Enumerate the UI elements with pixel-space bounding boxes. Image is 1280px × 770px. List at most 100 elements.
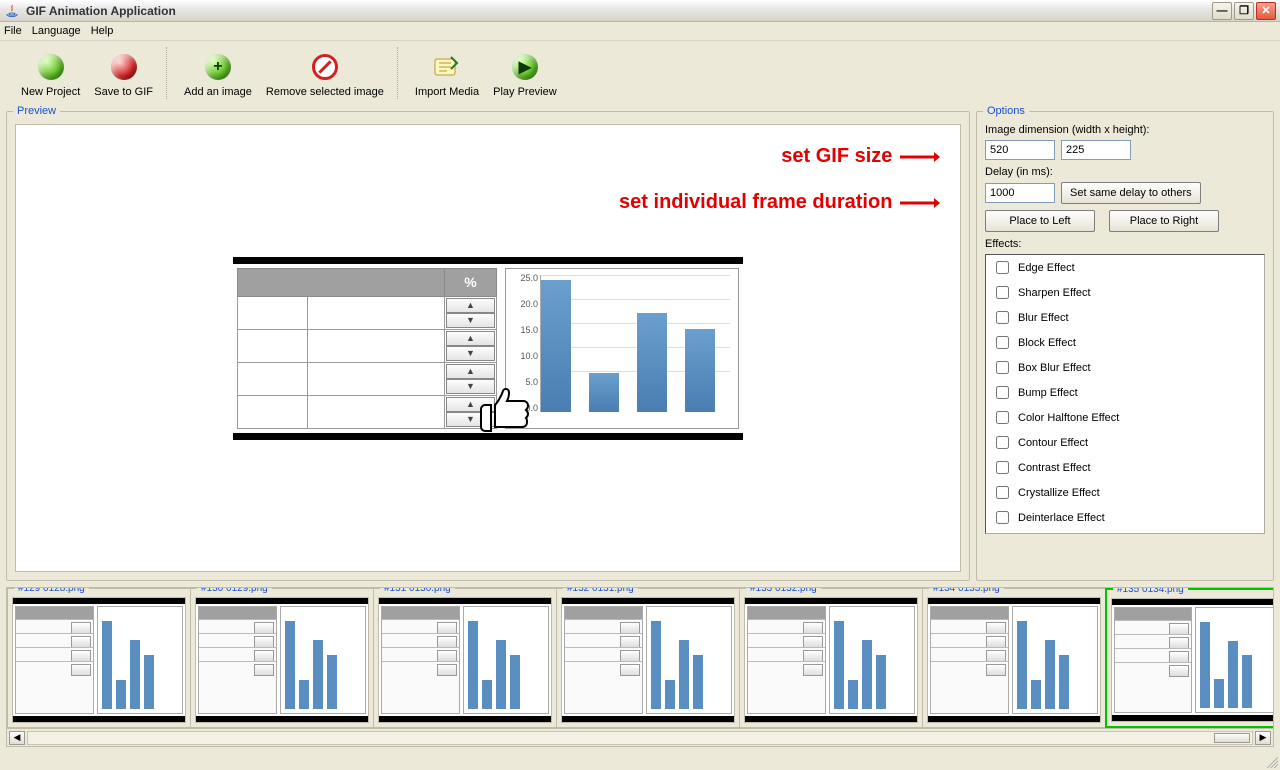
height-input[interactable] <box>1061 140 1131 160</box>
spinner-up[interactable] <box>446 331 495 346</box>
effect-checkbox[interactable] <box>996 361 1009 374</box>
timeline-frame[interactable]: #130 0129.png <box>190 588 374 728</box>
effect-item[interactable]: Block Effect <box>986 330 1264 355</box>
effect-checkbox[interactable] <box>996 411 1009 424</box>
place-right-button[interactable]: Place to Right <box>1109 210 1219 232</box>
effect-item[interactable]: Grayscale Effect <box>986 530 1264 534</box>
timeline-frame[interactable]: #132 0131.png <box>556 588 740 728</box>
maximize-button[interactable]: ❐ <box>1234 2 1254 20</box>
set-same-delay-button[interactable]: Set same delay to others <box>1061 182 1201 204</box>
timeline-frame[interactable]: #135 0134.png <box>1105 588 1273 728</box>
effect-item[interactable]: Blur Effect <box>986 305 1264 330</box>
spinner-down[interactable] <box>446 346 495 361</box>
new-project-button[interactable]: New Project <box>14 47 87 99</box>
preview-blackbar-top <box>233 257 743 264</box>
frames-strip[interactable]: #129 0128.png #130 0129.png #131 0130.png #… <box>7 588 1273 728</box>
scroll-thumb[interactable] <box>1214 733 1250 743</box>
effect-item[interactable]: Box Blur Effect <box>986 355 1264 380</box>
preview-table: % <box>237 268 497 429</box>
scroll-track[interactable] <box>27 731 1253 745</box>
frame-thumbnail <box>744 597 918 723</box>
menu-file[interactable]: File <box>4 25 22 37</box>
save-gif-button[interactable]: Save to GIF <box>87 47 160 99</box>
spinner-down[interactable] <box>446 313 495 328</box>
save-gif-icon <box>111 54 137 80</box>
effect-item[interactable]: Sharpen Effect <box>986 280 1264 305</box>
effect-item[interactable]: Deinterlace Effect <box>986 505 1264 530</box>
import-media-icon <box>433 55 461 79</box>
remove-image-button[interactable]: Remove selected image <box>259 47 391 99</box>
scroll-left-button[interactable]: ◀ <box>9 731 25 745</box>
effect-label: Deinterlace Effect <box>1018 512 1105 524</box>
effect-item[interactable]: Crystallize Effect <box>986 480 1264 505</box>
chart-bar <box>637 313 667 412</box>
width-input[interactable] <box>985 140 1055 160</box>
play-preview-button[interactable]: ▶ Play Preview <box>486 47 564 99</box>
effect-item[interactable]: Color Halftone Effect <box>986 405 1264 430</box>
remove-image-label: Remove selected image <box>266 86 384 98</box>
minimize-button[interactable]: — <box>1212 2 1232 20</box>
import-media-button[interactable]: Import Media <box>408 47 486 99</box>
effect-checkbox[interactable] <box>996 261 1009 274</box>
timeline-scrollbar[interactable]: ◀ ▶ <box>7 728 1273 746</box>
play-preview-icon: ▶ <box>512 54 538 80</box>
effect-label: Crystallize Effect <box>1018 487 1100 499</box>
effect-label: Bump Effect <box>1018 387 1078 399</box>
new-project-icon <box>38 54 64 80</box>
effect-checkbox[interactable] <box>996 511 1009 524</box>
add-image-button[interactable]: + Add an image <box>177 47 259 99</box>
menu-help[interactable]: Help <box>91 25 114 37</box>
effect-checkbox[interactable] <box>996 461 1009 474</box>
timeline-frame[interactable]: #133 0132.png <box>739 588 923 728</box>
frame-thumbnail <box>561 597 735 723</box>
dimension-label: Image dimension (width x height): <box>985 124 1265 136</box>
effect-label: Color Halftone Effect <box>1018 412 1119 424</box>
effect-label: Box Blur Effect <box>1018 362 1091 374</box>
effects-list[interactable]: Edge Effect Sharpen Effect Blur Effect Bloc… <box>985 254 1265 534</box>
annotation-gif-size: set GIF size <box>781 145 940 168</box>
new-project-label: New Project <box>21 86 80 98</box>
annotation-frame-duration: set individual frame duration <box>619 191 940 214</box>
timeline-frame[interactable]: #134 0133.png <box>922 588 1106 728</box>
import-media-label: Import Media <box>415 86 479 98</box>
timeline-frame[interactable]: #129 0128.png <box>7 588 191 728</box>
add-image-label: Add an image <box>184 86 252 98</box>
play-preview-label: Play Preview <box>493 86 557 98</box>
effect-checkbox[interactable] <box>996 436 1009 449</box>
menubar: File Language Help <box>0 22 1280 41</box>
effect-item[interactable]: Contrast Effect <box>986 455 1264 480</box>
effect-item[interactable]: Bump Effect <box>986 380 1264 405</box>
menu-language[interactable]: Language <box>32 25 81 37</box>
effect-label: Sharpen Effect <box>1018 287 1091 299</box>
effect-label: Contour Effect <box>1018 437 1088 449</box>
frame-label: #132 0131.png <box>563 588 638 594</box>
frame-label: #131 0130.png <box>380 588 455 594</box>
effect-checkbox[interactable] <box>996 336 1009 349</box>
effect-item[interactable]: Edge Effect <box>986 255 1264 280</box>
close-button[interactable]: ✕ <box>1256 2 1276 20</box>
effect-checkbox[interactable] <box>996 486 1009 499</box>
effect-checkbox[interactable] <box>996 286 1009 299</box>
window-title: GIF Animation Application <box>26 4 176 18</box>
place-left-button[interactable]: Place to Left <box>985 210 1095 232</box>
spinner-up[interactable] <box>446 298 495 313</box>
options-panel: Options Image dimension (width x height)… <box>976 111 1274 581</box>
frame-label: #130 0129.png <box>197 588 272 594</box>
delay-input[interactable] <box>985 183 1055 203</box>
preview-table-header: % <box>445 268 497 296</box>
effect-label: Edge Effect <box>1018 262 1075 274</box>
preview-canvas: % 25.0 20.0 15.0 10.0 <box>15 124 961 572</box>
preview-panel-title: Preview <box>13 105 60 117</box>
effect-checkbox[interactable] <box>996 386 1009 399</box>
effect-checkbox[interactable] <box>996 311 1009 324</box>
chart-bar <box>589 373 619 411</box>
effect-label: Blur Effect <box>1018 312 1069 324</box>
scroll-right-button[interactable]: ▶ <box>1255 731 1271 745</box>
delay-label: Delay (in ms): <box>985 166 1265 178</box>
toolbar: New Project Save to GIF + Add an image R… <box>0 41 1280 105</box>
effect-item[interactable]: Contour Effect <box>986 430 1264 455</box>
timeline-frame[interactable]: #131 0130.png <box>373 588 557 728</box>
resize-grip[interactable] <box>1264 754 1278 768</box>
frame-label: #129 0128.png <box>14 588 89 594</box>
frame-thumbnail <box>12 597 186 723</box>
